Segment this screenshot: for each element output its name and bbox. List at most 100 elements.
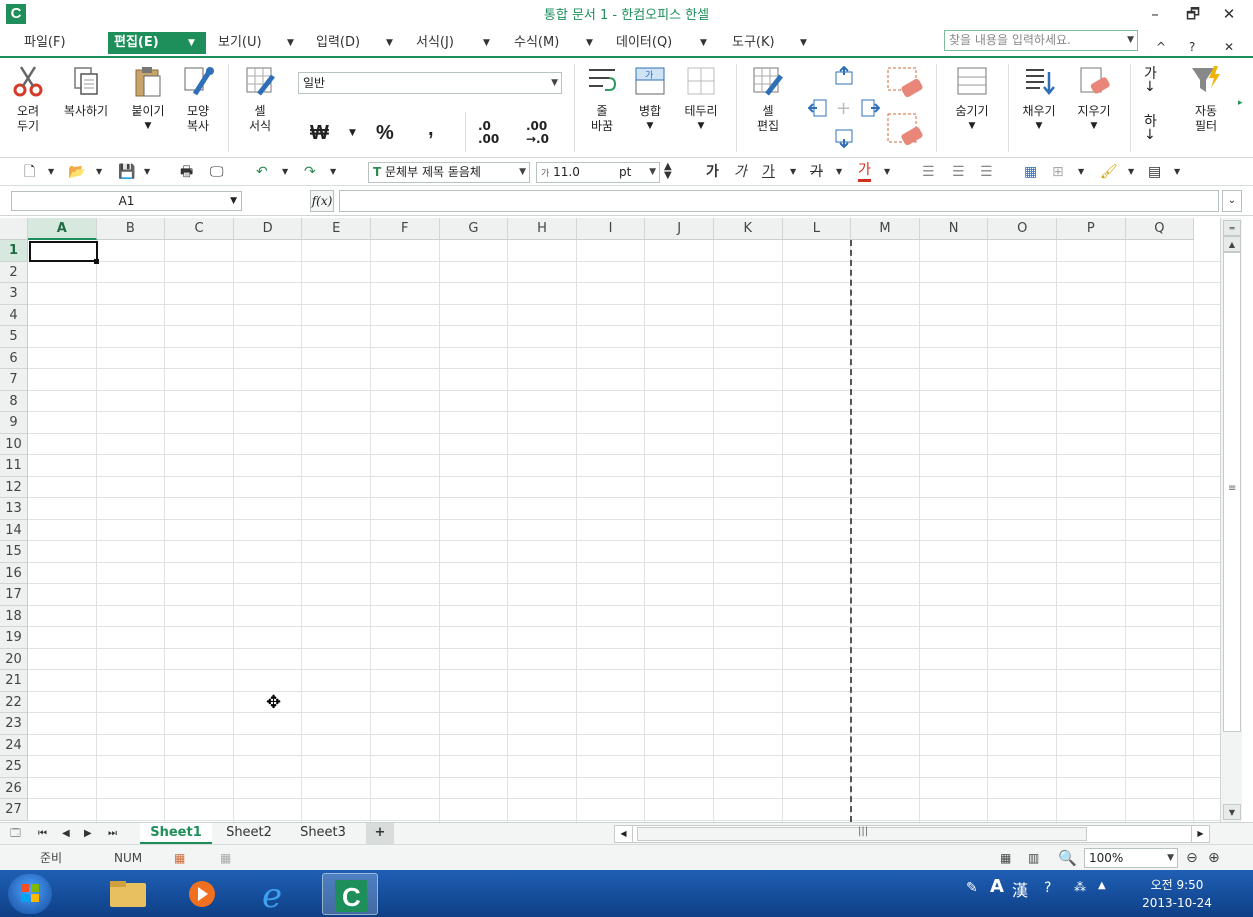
menu-insert[interactable]: 입력(D): [310, 32, 366, 54]
chevron-down-icon[interactable]: ▼: [944, 119, 1000, 134]
currency-button[interactable]: ₩: [310, 122, 329, 145]
align-right-icon[interactable]: ☰: [980, 162, 993, 182]
redo-icon[interactable]: ↷: [304, 162, 316, 182]
row-header[interactable]: 6: [0, 347, 28, 369]
macro-icon[interactable]: ▦: [220, 849, 231, 867]
save-icon[interactable]: 💾: [118, 162, 135, 182]
column-header[interactable]: C: [165, 218, 234, 240]
select-all-corner[interactable]: [0, 218, 28, 240]
chevron-down-icon[interactable]: ▼: [551, 73, 558, 93]
menu-edit[interactable]: 편집(E) ▼: [108, 32, 206, 54]
doc-close-icon[interactable]: ✕: [1218, 36, 1240, 58]
chevron-down-icon[interactable]: ▼: [1078, 162, 1084, 182]
row-header[interactable]: 12: [0, 476, 28, 498]
clock[interactable]: 오전 9:50 2013-10-24: [1122, 876, 1232, 912]
row-header[interactable]: 15: [0, 541, 28, 563]
font-size-select[interactable]: 가 11.0 pt ▼: [536, 162, 660, 183]
cell-format-button[interactable]: 셀 서식: [236, 64, 284, 134]
row-header[interactable]: 9: [0, 412, 28, 434]
next-sheet-icon[interactable]: ▶: [84, 825, 92, 843]
row-header[interactable]: 3: [0, 283, 28, 305]
taskbar-ie-icon[interactable]: e: [248, 873, 304, 916]
taskbar-media-player-icon[interactable]: [174, 873, 230, 915]
chevron-down-icon[interactable]: ▼: [649, 163, 656, 182]
border-small-icon[interactable]: ⊞: [1052, 162, 1064, 182]
border-button[interactable]: 테두리 ▼: [676, 64, 726, 134]
track-changes-icon[interactable]: ▦: [174, 849, 185, 867]
column-header[interactable]: F: [371, 218, 440, 240]
column-header[interactable]: J: [645, 218, 714, 240]
menu-tools[interactable]: 도구(K): [726, 32, 781, 54]
row-header[interactable]: 11: [0, 455, 28, 477]
delete-col-icon[interactable]: [886, 112, 926, 150]
row-header[interactable]: 1: [0, 240, 28, 262]
menu-file[interactable]: 파일(F): [18, 32, 72, 54]
chevron-down-icon[interactable]: ▼: [519, 163, 526, 182]
chevron-down-icon[interactable]: ▼: [48, 162, 54, 182]
font-color-button[interactable]: 가: [858, 162, 871, 182]
chevron-down-icon[interactable]: ▼: [1127, 31, 1134, 50]
chevron-down-icon[interactable]: ▼: [144, 162, 150, 182]
ime-settings-icon[interactable]: ⁂: [1074, 880, 1086, 894]
decrease-decimal-button[interactable]: .00 →.0: [526, 120, 549, 146]
close-button[interactable]: ✕: [1214, 3, 1244, 25]
ime-alpha-toggle[interactable]: A: [990, 876, 1004, 897]
sheet-tab-2[interactable]: Sheet2: [216, 823, 282, 844]
chevron-down-icon[interactable]: ▼: [96, 162, 102, 182]
chevron-down-icon[interactable]: ▼: [122, 119, 174, 134]
row-header[interactable]: 14: [0, 519, 28, 541]
chevron-down-icon[interactable]: ▼: [1066, 119, 1122, 134]
scroll-thumb[interactable]: ≡: [1223, 252, 1241, 732]
column-header[interactable]: E: [302, 218, 371, 240]
chevron-down-icon[interactable]: ▼: [287, 32, 294, 54]
page-break-view-icon[interactable]: ▥: [1028, 849, 1039, 867]
tray-expand-icon[interactable]: ▲: [1098, 880, 1106, 891]
number-format-select[interactable]: 일반 ▼: [298, 72, 562, 94]
taskbar-explorer-icon[interactable]: [100, 873, 156, 915]
merge-center-icon[interactable]: ▦: [1024, 162, 1037, 182]
column-header[interactable]: M: [851, 218, 920, 240]
chevron-down-icon[interactable]: ▼: [586, 32, 593, 54]
row-header[interactable]: 2: [0, 261, 28, 283]
align-left-icon[interactable]: ☰: [922, 162, 935, 182]
cut-button[interactable]: 오려 두기: [6, 64, 50, 134]
column-header[interactable]: O: [988, 218, 1057, 240]
ime-hanja-toggle[interactable]: 漢: [1012, 877, 1028, 901]
sort-ascending-button[interactable]: 가 ↓: [1144, 67, 1157, 94]
increase-decimal-button[interactable]: .0 .00: [478, 120, 499, 146]
chevron-down-icon[interactable]: ▼: [1014, 119, 1064, 134]
fill-color-icon[interactable]: 🖌: [1100, 162, 1118, 182]
taskbar-hancell-icon[interactable]: C: [322, 873, 378, 915]
open-folder-icon[interactable]: 📂: [68, 162, 85, 182]
chevron-down-icon[interactable]: ▼: [386, 32, 393, 54]
chevron-down-icon[interactable]: ▼: [1167, 849, 1174, 867]
column-header[interactable]: N: [919, 218, 989, 240]
chevron-down-icon[interactable]: ▼: [800, 32, 807, 54]
column-header[interactable]: L: [782, 218, 852, 240]
undo-icon[interactable]: ↶: [256, 162, 268, 182]
fill-button[interactable]: 채우기 ▼: [1014, 64, 1064, 134]
cell-edit-button[interactable]: 셀 편집: [744, 64, 792, 134]
scroll-down-icon[interactable]: ▼: [1223, 804, 1241, 820]
row-header[interactable]: 25: [0, 756, 28, 778]
start-button[interactable]: [8, 874, 52, 914]
row-header[interactable]: 27: [0, 799, 28, 821]
expand-formula-icon[interactable]: ⌄: [1222, 190, 1242, 212]
column-header[interactable]: D: [233, 218, 303, 240]
chevron-down-icon[interactable]: ▼: [282, 162, 288, 182]
column-header[interactable]: H: [508, 218, 577, 240]
chevron-down-icon[interactable]: ▼: [1128, 162, 1134, 182]
chevron-down-icon[interactable]: ▼: [483, 32, 490, 54]
row-header[interactable]: 17: [0, 584, 28, 606]
format-painter-button[interactable]: 모양 복사: [176, 64, 220, 134]
formula-input[interactable]: [339, 190, 1219, 212]
ime-help-icon[interactable]: ?: [1044, 880, 1051, 896]
italic-button[interactable]: 가: [734, 162, 747, 182]
new-doc-icon[interactable]: 🗋: [24, 162, 35, 182]
name-box[interactable]: A1 ▼: [11, 191, 242, 211]
normal-view-icon[interactable]: ▦: [1000, 849, 1011, 867]
row-header[interactable]: 20: [0, 648, 28, 670]
strikethrough-button[interactable]: 가: [810, 162, 823, 182]
paste-button[interactable]: 붙이기 ▼: [122, 64, 174, 134]
font-size-spinner[interactable]: ▲ ▼: [664, 162, 672, 182]
